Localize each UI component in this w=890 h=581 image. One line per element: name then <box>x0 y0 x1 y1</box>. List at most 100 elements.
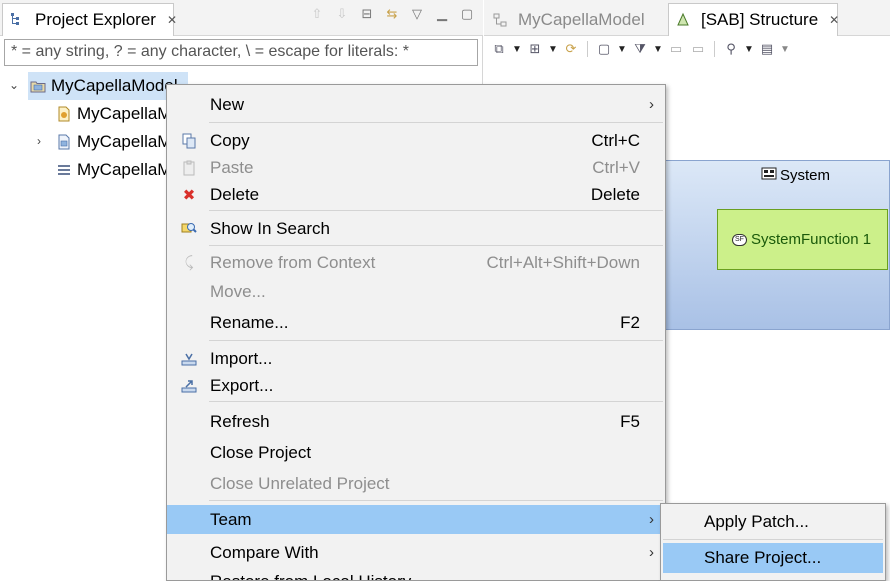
arrow-down-icon[interactable]: ⇩ <box>334 6 350 22</box>
minimize-icon[interactable]: ▁ <box>434 6 450 22</box>
menu-item-label: Apply Patch... <box>704 511 809 531</box>
menu-separator <box>209 210 663 211</box>
menu-item-move[interactable]: Move... <box>167 277 665 306</box>
menu-item-label: Move... <box>210 281 266 301</box>
chevron-down-icon[interactable]: ▼ <box>653 44 663 55</box>
menu-item-accelerator: F2 <box>620 312 640 332</box>
menu-separator <box>209 245 663 246</box>
menu-item-label: Team <box>210 509 252 529</box>
tab-project-explorer-label: Project Explorer <box>35 10 156 29</box>
view-menu-icon[interactable]: ▽ <box>409 6 425 22</box>
menu-item-accelerator: Ctrl+Alt+Shift+Down <box>486 252 640 272</box>
team-submenu: Apply Patch... Share Project... <box>660 503 886 581</box>
menu-item-show-in-search[interactable]: Show In Search <box>167 214 665 243</box>
menu-item-accelerator: Ctrl+C <box>591 130 640 150</box>
menu-item-label: Delete <box>210 184 260 204</box>
menu-item-label: Show In Search <box>210 218 331 238</box>
editor-tabbar: MyCapellaModel [SAB] Structure ✕ <box>484 0 890 36</box>
menu-item-label: Close Unrelated Project <box>210 473 390 493</box>
menu-item-label: Copy <box>210 130 250 150</box>
menu-item-label: New <box>210 94 245 114</box>
menu-item-label: Remove from Context <box>210 252 376 272</box>
arrow-up-icon[interactable]: ⇧ <box>309 6 325 22</box>
system-function-node[interactable]: SF SystemFunction 1 <box>717 209 888 270</box>
project-explorer-icon <box>9 12 25 28</box>
menu-item-import[interactable]: Import... <box>167 344 665 373</box>
collapse-arrow-icon[interactable]: › <box>32 134 46 148</box>
menu-item-team[interactable]: Team › <box>167 505 665 534</box>
menu-item-label: Restore from Local History <box>210 571 412 581</box>
tab-mycapellamodel[interactable]: MyCapellaModel <box>486 3 646 36</box>
tree-item-label: MyCapellaM <box>77 104 172 123</box>
menu-item-copy[interactable]: Copy Ctrl+C <box>167 126 665 155</box>
menu-item-label: Import... <box>210 348 273 368</box>
tree-layout-icon[interactable]: ⚲ <box>722 40 740 58</box>
chevron-down-icon[interactable]: ▼ <box>512 44 522 55</box>
clipboard-icon[interactable]: ▤ <box>758 40 776 58</box>
capella-model-icon <box>56 134 72 150</box>
menu-item-apply-patch[interactable]: Apply Patch... <box>661 507 885 536</box>
tab-project-explorer[interactable]: Project Explorer ✕ <box>2 3 177 36</box>
menu-item-export[interactable]: Export... <box>167 371 665 400</box>
arrange-icon[interactable]: ⧩ <box>631 40 649 58</box>
toolbar-separator <box>587 41 588 57</box>
select-all-icon[interactable]: ▢ <box>595 40 613 58</box>
maximize-icon[interactable]: ▢ <box>459 6 475 22</box>
filters-icon[interactable]: ⊞ <box>526 40 544 58</box>
context-menu: New › Copy Ctrl+C Paste Ctrl+V ✖ Delete … <box>166 84 666 581</box>
tab-sab-structure[interactable]: [SAB] Structure ✕ <box>668 3 839 36</box>
menu-separator <box>209 340 663 341</box>
function-badge-icon: SF <box>732 233 747 246</box>
tree-item-project[interactable]: MyCapellaModel <box>28 72 188 100</box>
menu-item-delete[interactable]: ✖ Delete Delete <box>167 180 665 209</box>
close-icon[interactable]: ✕ <box>829 13 839 27</box>
menu-item-label: Export... <box>210 375 274 395</box>
menu-item-accelerator: Delete <box>590 184 640 204</box>
link-with-editor-icon[interactable]: ⇆ <box>384 6 400 22</box>
menu-item-remove-from-context[interactable]: ⤹ Remove from Context Ctrl+Alt+Shift+Dow… <box>167 248 665 277</box>
function-label: SystemFunction 1 <box>751 231 872 248</box>
system-icon <box>761 167 777 184</box>
submenu-arrow-icon: › <box>649 96 654 113</box>
menu-item-compare-with[interactable]: Compare With › <box>167 538 665 567</box>
menu-item-label: Paste <box>210 157 254 177</box>
submenu-arrow-icon: › <box>649 544 654 561</box>
view-toolbar: ⇧ ⇩ ⊟ ⇆ ▽ ▁ ▢ <box>309 6 475 22</box>
project-explorer-tabbar: Project Explorer ✕ ⇧ ⇩ ⊟ ⇆ ▽ ▁ ▢ <box>0 0 483 36</box>
menu-item-share-project[interactable]: Share Project... <box>663 543 883 573</box>
diagram-icon <box>675 12 691 28</box>
expand-arrow-icon[interactable]: ⌄ <box>7 78 21 92</box>
chevron-down-icon[interactable]: ▼ <box>744 44 754 55</box>
layers-icon[interactable]: ⧉ <box>490 40 508 58</box>
menu-item-close-unrelated-project[interactable]: Close Unrelated Project <box>167 469 665 498</box>
model-icon <box>492 12 508 28</box>
afm-file-icon <box>56 162 72 178</box>
chevron-down-icon[interactable]: ▼ <box>780 44 790 55</box>
toolbar-separator <box>714 41 715 57</box>
menu-item-refresh[interactable]: Refresh F5 <box>167 407 665 436</box>
menu-item-new[interactable]: New › <box>167 90 665 119</box>
menu-item-restore-from-local-history[interactable]: Restore from Local History <box>167 567 665 581</box>
menu-item-close-project[interactable]: Close Project <box>167 438 665 467</box>
unpin-icon[interactable]: ▭ <box>689 40 707 58</box>
collapse-all-icon[interactable]: ⊟ <box>359 6 375 22</box>
tree-item-aird[interactable]: MyCapellaM <box>56 100 171 128</box>
menu-separator <box>209 122 663 123</box>
tree-item-afm[interactable]: MyCapellaM <box>56 156 171 184</box>
project-folder-icon <box>30 78 46 94</box>
chevron-down-icon[interactable]: ▼ <box>548 44 558 55</box>
menu-separator <box>209 401 663 402</box>
system-title: System <box>761 167 830 184</box>
filter-input[interactable]: * = any string, ? = any character, \ = e… <box>4 39 478 66</box>
search-icon <box>180 220 198 238</box>
menu-item-paste[interactable]: Paste Ctrl+V <box>167 153 665 182</box>
refresh-diagram-icon[interactable]: ⟳ <box>562 40 580 58</box>
submenu-arrow-icon: › <box>649 511 654 528</box>
aird-file-icon <box>56 106 72 122</box>
pin-icon[interactable]: ▭ <box>667 40 685 58</box>
menu-item-rename[interactable]: Rename... F2 <box>167 308 665 337</box>
menu-item-label: Refresh <box>210 411 270 431</box>
chevron-down-icon[interactable]: ▼ <box>617 44 627 55</box>
close-icon[interactable]: ✕ <box>167 13 177 27</box>
tree-item-capella[interactable]: MyCapellaM <box>56 128 171 156</box>
